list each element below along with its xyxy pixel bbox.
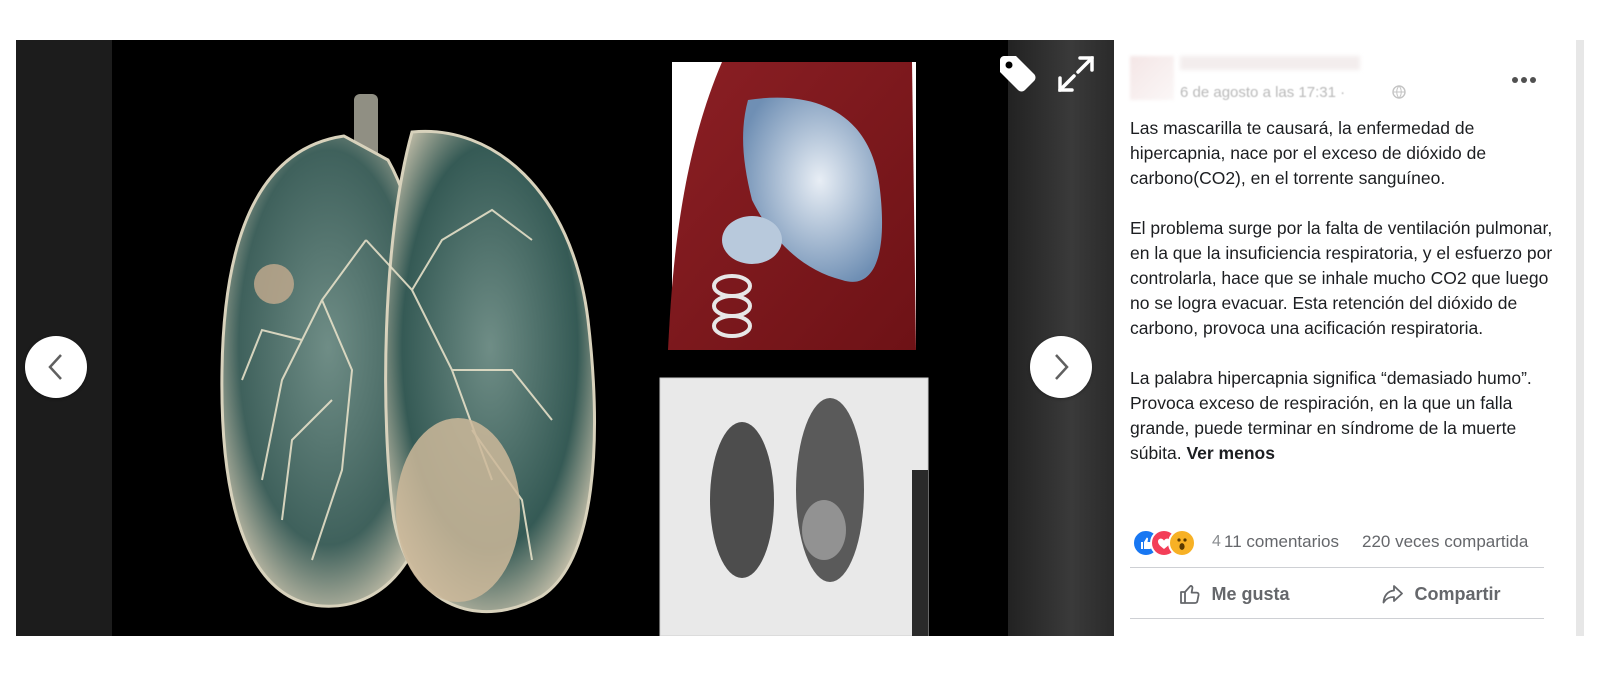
- divider: [1130, 618, 1544, 619]
- reactions-summary[interactable]: 4: [1132, 529, 1221, 557]
- post-paragraph-1: Las mascarilla te causará, la enfermedad…: [1130, 118, 1487, 188]
- more-dot-icon: [1521, 77, 1527, 83]
- share-arrow-icon: [1383, 585, 1404, 604]
- more-dot-icon: [1530, 77, 1536, 83]
- fullscreen-button[interactable]: [1056, 54, 1096, 94]
- post-paragraph-2: El problema surge por la falta de ventil…: [1130, 218, 1553, 338]
- post-photo[interactable]: [112, 40, 1008, 636]
- next-photo-button[interactable]: [1030, 336, 1092, 398]
- share-button-label: Compartir: [1414, 583, 1501, 604]
- like-button[interactable]: Me gusta: [1130, 570, 1337, 618]
- globe-icon: [1392, 85, 1406, 99]
- wow-reaction-icon: [1168, 529, 1196, 557]
- avatar[interactable]: [1130, 56, 1174, 100]
- post-panel: 6 de agosto a las 17:31 · Las mascarilla…: [1114, 40, 1576, 636]
- post-paragraph-3: La palabra hipercapnia significa “demasi…: [1130, 366, 1560, 466]
- tag-icon: [1000, 56, 1036, 92]
- comments-count-link[interactable]: 11 comentarios: [1224, 532, 1339, 552]
- expand-icon: [1058, 56, 1094, 92]
- post-stats: 4 11 comentarios 220 veces compartida: [1130, 529, 1550, 557]
- more-options-button[interactable]: [1512, 70, 1548, 83]
- post-actions: Me gusta Compartir: [1130, 570, 1544, 618]
- chevron-left-icon: [48, 354, 62, 380]
- like-button-label: Me gusta: [1211, 583, 1290, 604]
- thumbs-up-icon: [1180, 585, 1201, 604]
- reaction-count: 4: [1212, 533, 1221, 550]
- author-name-redacted[interactable]: [1180, 56, 1360, 70]
- previous-photo-button[interactable]: [25, 336, 87, 398]
- lung-scan-image: [220, 62, 929, 636]
- post-author-header: 6 de agosto a las 17:31 ·: [1130, 54, 1490, 102]
- post-body: Las mascarilla te causará, la enfermedad…: [1130, 116, 1560, 491]
- tag-photo-button[interactable]: [996, 52, 1040, 96]
- more-dot-icon: [1512, 77, 1518, 83]
- chevron-right-icon: [1055, 354, 1069, 380]
- see-less-link[interactable]: Ver menos: [1186, 443, 1275, 463]
- divider: [1130, 567, 1544, 568]
- scrollbar-track[interactable]: [1576, 40, 1584, 636]
- post-timestamp[interactable]: 6 de agosto a las 17:31 ·: [1180, 84, 1345, 101]
- share-button[interactable]: Compartir: [1337, 570, 1544, 618]
- shares-count-link[interactable]: 220 veces compartida: [1362, 532, 1528, 552]
- photo-viewer: [16, 40, 1114, 636]
